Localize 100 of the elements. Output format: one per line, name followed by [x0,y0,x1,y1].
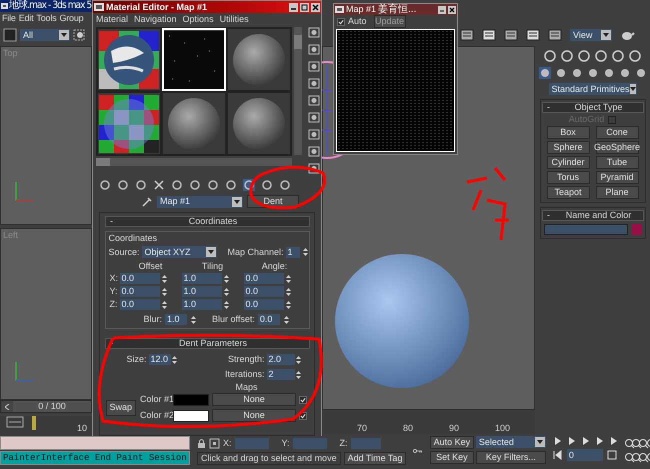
collapse-marker[interactable]: - [106,217,118,226]
autogrid-checkbox[interactable] [608,116,616,124]
size-field[interactable]: 12.0 [148,354,171,365]
time-slider-position: 0 / 100 [37,402,67,411]
rollout-header[interactable]: - Name and Color [542,210,644,221]
spinner-icon[interactable] [282,314,290,324]
object-type-button[interactable]: Cone [596,126,638,139]
horizontal-scrollbar[interactable] [96,158,292,166]
rollout-header[interactable]: - Object Type [542,102,644,113]
menu-item[interactable]: Utilities [220,14,249,24]
delete-icon[interactable] [153,179,165,191]
number-field[interactable]: 1.0 [182,273,222,284]
collapse-marker[interactable]: - [542,103,554,112]
selection-filter-dropdown[interactable]: All [20,29,70,41]
collapse-marker[interactable]: - [106,339,118,348]
map-slot-button[interactable]: None [212,393,296,406]
map-enable-checkbox[interactable] [299,396,308,404]
object-type-button[interactable]: Teapot [546,186,590,199]
menu-item[interactable]: Edit [18,14,34,22]
current-frame-field[interactable]: 0 [566,449,603,461]
auto-checkbox[interactable] [337,18,345,26]
object-type-button[interactable]: Sphere [546,141,590,154]
select-object-icon[interactable] [73,28,85,42]
material-slot[interactable] [97,28,161,91]
object-type-button[interactable]: Torus [546,171,590,184]
select-region-icon[interactable] [3,28,17,42]
map-name-dropdown[interactable]: Map #1 [157,196,243,208]
map-channel-field[interactable]: 1 [286,246,300,258]
object-type-button[interactable]: Box [546,126,590,139]
number-field[interactable]: 0.0 [120,273,160,284]
maxscript-input-field[interactable] [0,436,190,450]
number-field[interactable]: 0.0 [120,299,160,310]
coordinate-field[interactable] [234,438,269,448]
coordinate-label: X: [223,438,232,448]
close-icon[interactable] [311,2,320,12]
menu-item[interactable]: Tools [36,14,56,22]
menu-item[interactable]: Options [182,14,214,24]
number-field[interactable]: 0.0 [244,286,284,297]
number-field[interactable]: 0.0 [120,286,160,297]
window-title: Material Editor - Map #1 [106,2,208,12]
number-field[interactable]: 0.0 [244,273,284,284]
scrollbar-thumb[interactable] [294,35,302,49]
key-mode-dropdown[interactable]: Selected [476,436,546,448]
menu-item[interactable]: Navigation [134,14,177,24]
scrollbar-thumb[interactable] [96,158,110,166]
primitive-type-dropdown[interactable]: Standard Primitives [548,83,636,95]
color-swatch[interactable] [173,410,210,422]
menu-item[interactable]: Group [59,14,84,22]
key-filters-button[interactable]: Key Filters... [476,451,546,464]
dropdown-arrow-icon [603,33,609,37]
menu-item[interactable]: Material [96,14,128,24]
rollout-header[interactable]: - Coordinates [104,216,310,227]
field-label: Size: [126,355,147,364]
check-icon [338,18,344,24]
number-field[interactable]: 1.0 [182,286,222,297]
source-dropdown[interactable]: Object XYZ [142,246,218,258]
auto-key-button[interactable]: Auto Key [430,436,474,449]
time-slider-handle[interactable] [1,401,13,412]
number-field[interactable]: 0.0 [244,299,284,310]
material-slot[interactable] [162,92,226,155]
map-slot-button[interactable]: None [212,409,296,422]
collapse-marker[interactable]: - [542,211,554,220]
zoom-icon[interactable] [624,438,635,449]
object-type-button[interactable]: Tube [596,156,638,169]
field-label: Source: [108,248,140,256]
iterations-field[interactable]: 2 [266,369,294,380]
number-field[interactable]: 1.0 [182,299,222,310]
object-color-swatch[interactable] [632,224,642,235]
absolute-mode-icon[interactable] [209,438,220,448]
object-name-field[interactable] [544,224,628,235]
spinner-icon[interactable] [302,247,308,257]
view-dropdown[interactable]: View [570,29,612,41]
blur-field[interactable]: 1.0 [165,314,188,325]
coordinate-field[interactable] [292,438,327,448]
lock-icon[interactable] [197,438,206,448]
minimize-icon[interactable] [438,6,446,14]
color-swatch[interactable] [173,394,210,406]
material-slot[interactable] [227,92,291,155]
key-icon[interactable] [413,446,423,456]
maximize-icon[interactable] [300,2,309,12]
object-type-button[interactable]: Pyramid [596,171,638,184]
spinner-icon[interactable] [190,314,198,324]
blur-offset-field[interactable]: 0.0 [258,314,280,325]
material-slot[interactable] [227,28,291,91]
rollout-header[interactable]: - Dent Parameters [104,338,310,349]
set-key-button[interactable]: Set Key [430,451,474,464]
object-type-button[interactable]: Plane [596,186,638,199]
color-label: Color #1 [140,395,170,404]
eyedropper-icon[interactable] [141,196,153,208]
swap-button[interactable]: Swap [106,400,136,416]
vertical-scrollbar[interactable] [294,27,302,155]
coordinate-field[interactable] [350,438,381,448]
timeline-tick-label: 100 [495,424,510,433]
strength-field[interactable]: 2.0 [266,354,294,365]
add-time-tag-button[interactable]: Add Time Tag [344,452,406,465]
object-type-button[interactable]: GeoSphere [596,141,638,154]
object-type-button[interactable]: Cylinder [546,156,590,169]
menu-item[interactable]: File [2,14,16,22]
close-icon[interactable] [448,6,456,14]
minimize-icon[interactable] [289,2,298,12]
